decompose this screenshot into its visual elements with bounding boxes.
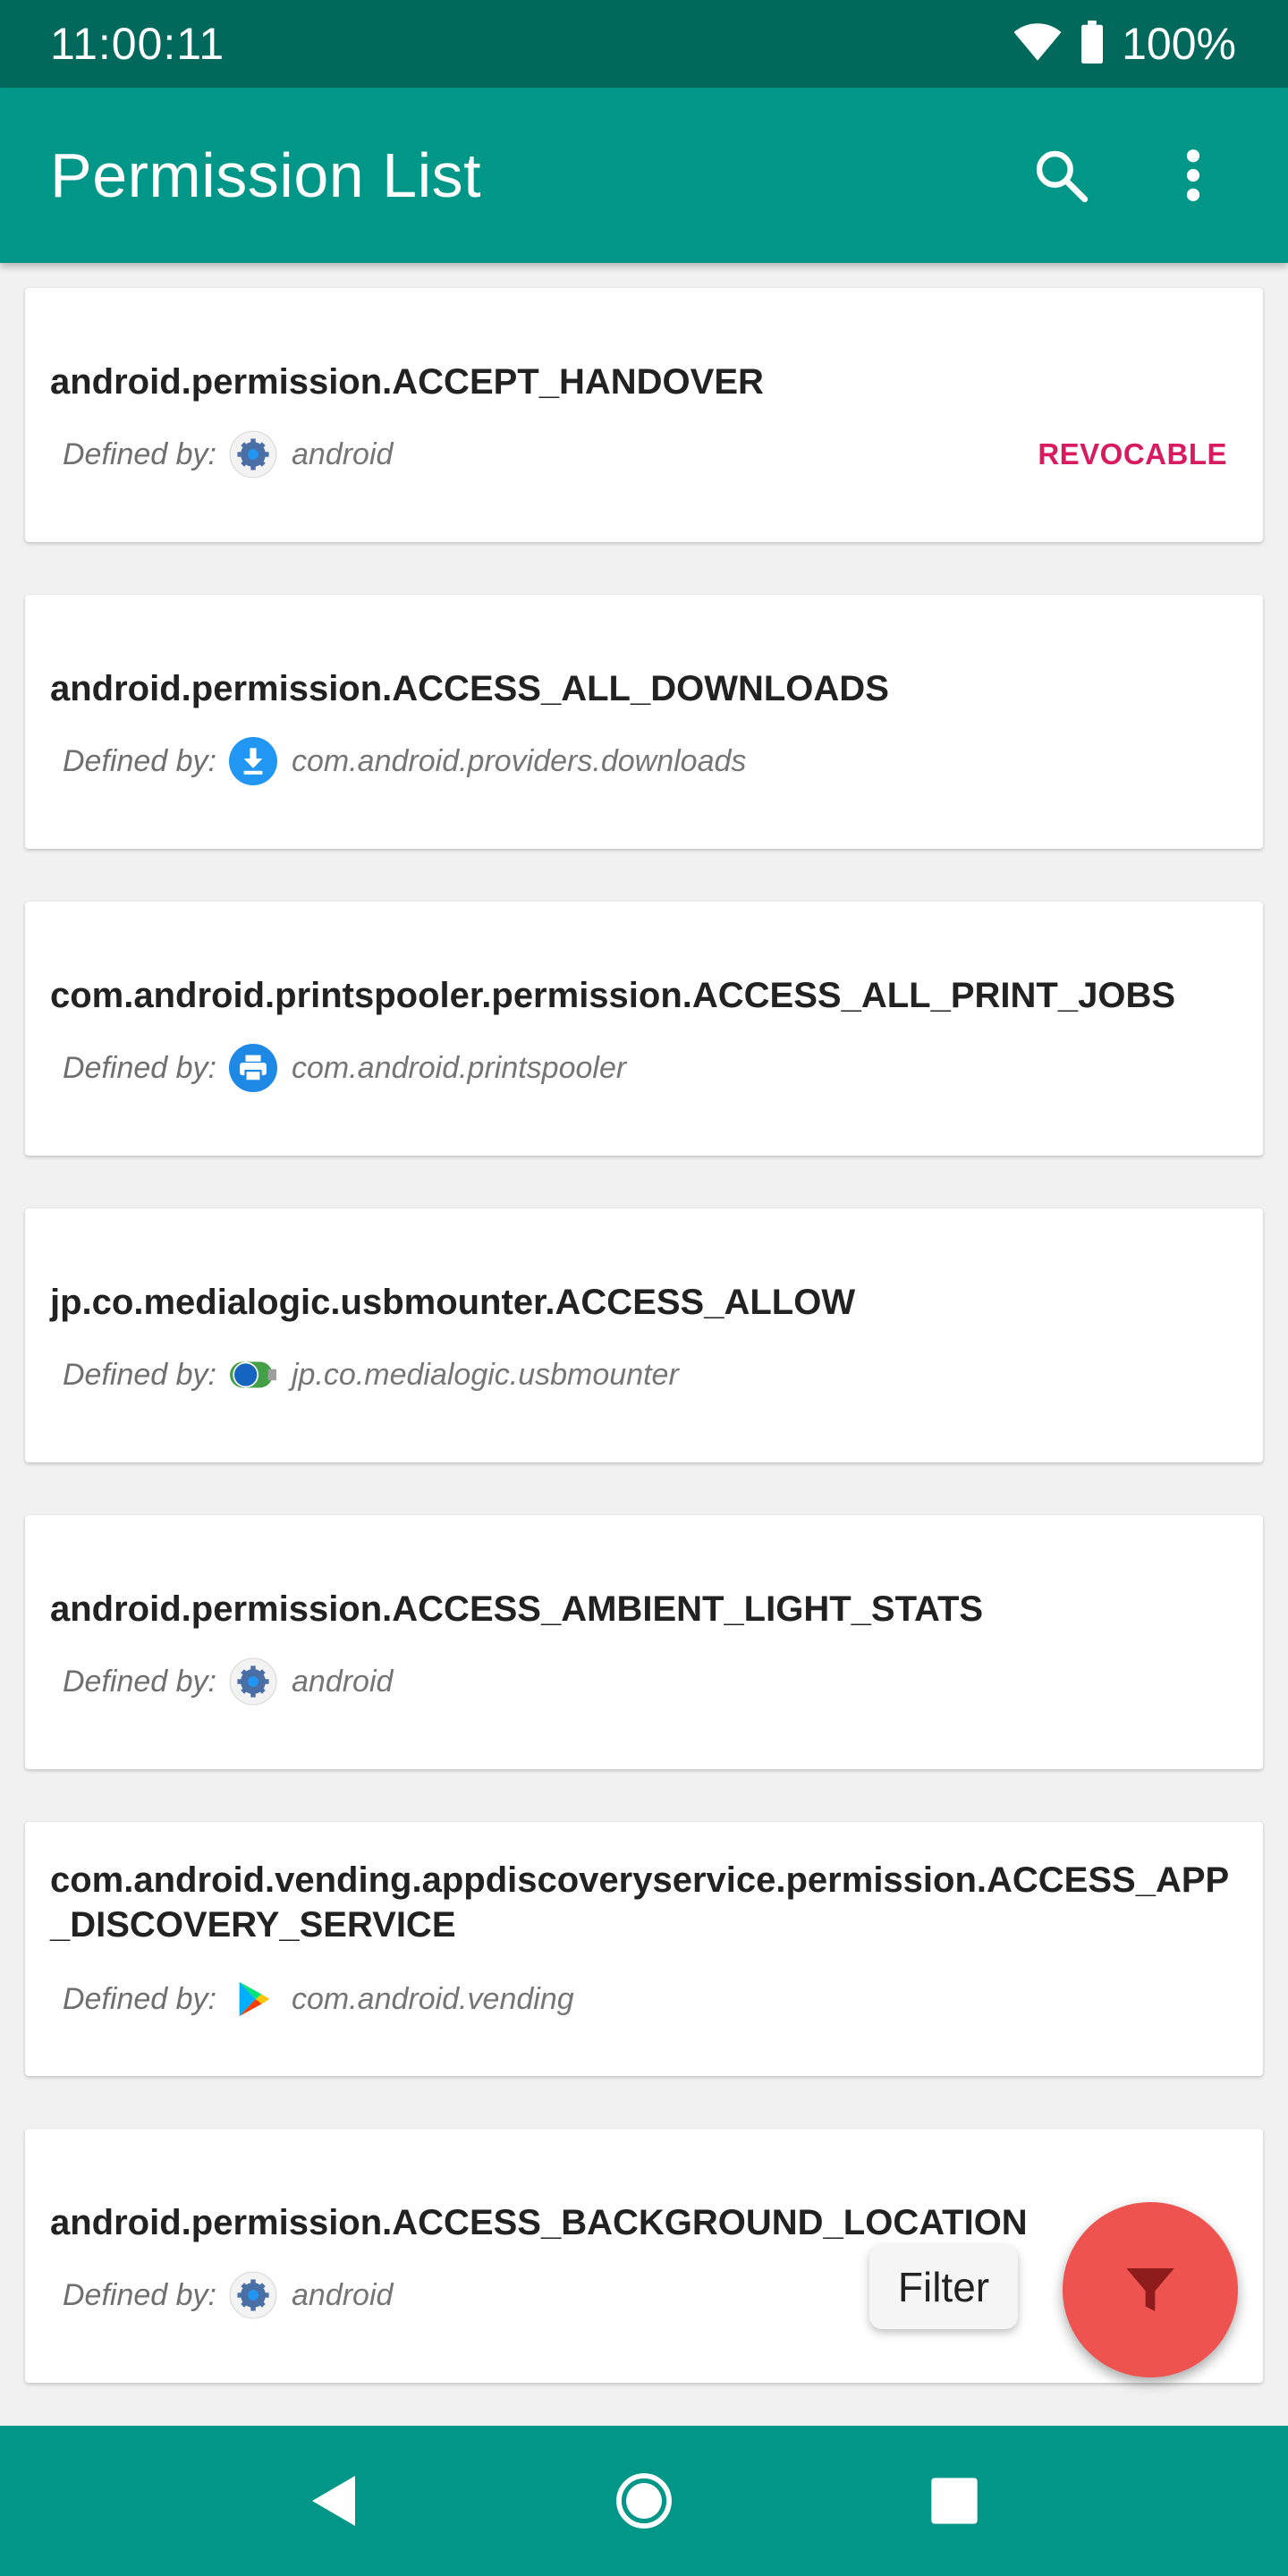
battery-icon	[1079, 20, 1106, 68]
permission-name: android.permission.ACCESS_AMBIENT_LIGHT_…	[50, 1589, 984, 1629]
status-bar: 11:00:11 100%	[0, 0, 1288, 88]
permission-name: com.android.printspooler.permission.ACCE…	[50, 976, 1176, 1015]
battery-percent: 100%	[1122, 19, 1236, 69]
permission-card[interactable]: com.android.printspooler.permission.ACCE…	[25, 902, 1263, 1156]
defined-by-row: Defined by: com.android.providers.downlo…	[63, 734, 1227, 788]
defined-by-row: Defined by: android REVOCABLE	[63, 428, 1227, 481]
revocable-badge: REVOCABLE	[1038, 437, 1227, 470]
defined-by-row: Defined by: jp.co.medialogic.usbmounter	[63, 1348, 1227, 1402]
android-gear-icon	[229, 430, 277, 479]
nav-recents-button[interactable]	[901, 2447, 1008, 2555]
permission-card[interactable]: android.permission.ACCEPT_HANDOVER Defin…	[25, 288, 1263, 542]
defining-package: com.android.vending	[292, 1981, 574, 2016]
defined-by-row: Defined by: android	[63, 1655, 1227, 1708]
permission-card[interactable]: jp.co.medialogic.usbmounter.ACCESS_ALLOW…	[25, 1208, 1263, 1462]
search-icon	[1036, 150, 1089, 203]
play-store-icon	[229, 1975, 277, 2023]
defined-by-label: Defined by:	[63, 436, 216, 471]
defining-package: com.android.printspooler	[292, 1050, 627, 1085]
defined-by-label: Defined by:	[63, 1050, 216, 1085]
defined-by-label: Defined by:	[63, 1664, 216, 1699]
status-time: 11:00:11	[50, 19, 225, 69]
search-button[interactable]	[1016, 131, 1106, 220]
defining-package: jp.co.medialogic.usbmounter	[292, 1357, 679, 1392]
filter-fab-button[interactable]	[1063, 2202, 1238, 2377]
defined-by-row: Defined by: com.android.vending	[63, 1972, 1227, 2026]
defined-by-row: Defined by: android R	[63, 2268, 1227, 2322]
permission-card[interactable]: com.android.vending.appdiscoveryservice.…	[25, 1822, 1263, 2076]
page-title: Permission List	[50, 140, 482, 210]
download-icon	[229, 737, 277, 785]
defining-package: android	[292, 1664, 394, 1699]
app-bar: Permission List	[0, 88, 1288, 263]
more-vert-icon	[1186, 149, 1200, 201]
permission-card[interactable]: android.permission.ACCESS_ALL_DOWNLOADS …	[25, 595, 1263, 849]
permission-name: jp.co.medialogic.usbmounter.ACCESS_ALLOW	[50, 1283, 856, 1322]
defined-by-label: Defined by:	[63, 743, 216, 778]
defining-package: com.android.providers.downloads	[292, 743, 747, 778]
permission-name: android.permission.ACCESS_ALL_DOWNLOADS	[50, 669, 889, 708]
usb-mounter-icon	[229, 1351, 277, 1399]
wifi-icon	[1013, 21, 1063, 67]
nav-back-button[interactable]	[280, 2447, 387, 2555]
printer-icon	[229, 1044, 277, 1092]
navigation-bar	[0, 2426, 1288, 2576]
back-triangle-icon	[312, 2476, 356, 2526]
filter-tooltip: Filter	[869, 2245, 1018, 2329]
home-circle-icon	[616, 2473, 672, 2529]
defined-by-label: Defined by:	[63, 1357, 216, 1392]
permission-name: android.permission.ACCESS_BACKGROUND_LOC…	[50, 2203, 1028, 2242]
nav-home-button[interactable]	[590, 2447, 698, 2555]
recents-square-icon	[930, 2478, 978, 2524]
android-gear-icon	[229, 2271, 277, 2319]
defined-by-label: Defined by:	[63, 2277, 216, 2312]
permission-name: com.android.vending.appdiscoveryservice.…	[50, 1860, 1230, 1945]
permission-card[interactable]: android.permission.ACCESS_AMBIENT_LIGHT_…	[25, 1515, 1263, 1769]
status-icons: 100%	[1013, 18, 1236, 70]
permission-name: android.permission.ACCEPT_HANDOVER	[50, 362, 764, 402]
filter-icon	[1126, 2268, 1174, 2311]
android-gear-icon	[229, 1657, 277, 1706]
overflow-menu-button[interactable]	[1148, 131, 1238, 220]
defining-package: android	[292, 436, 394, 471]
defined-by-row: Defined by: com.android.printspooler	[63, 1041, 1227, 1095]
defined-by-label: Defined by:	[63, 1981, 216, 2016]
